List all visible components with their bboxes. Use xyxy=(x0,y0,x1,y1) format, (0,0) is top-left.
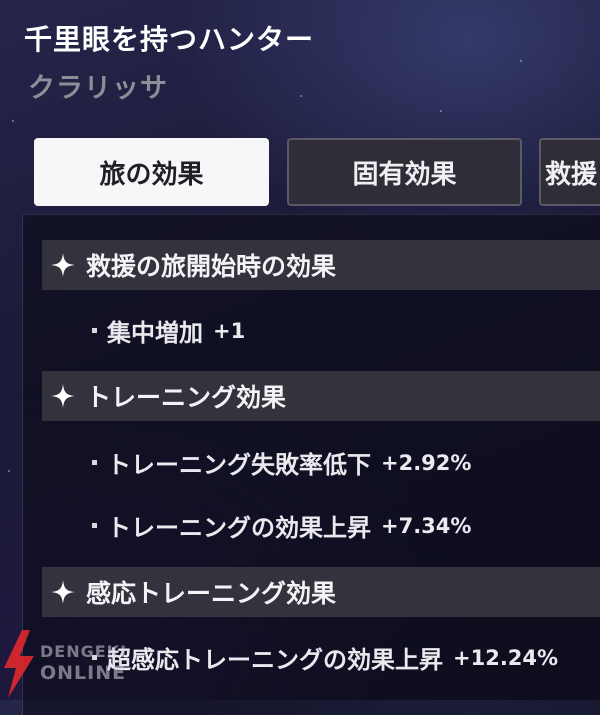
watermark-logo: DENGEKI ONLINE xyxy=(0,628,130,700)
background-star xyxy=(12,120,14,122)
watermark-line2: ONLINE xyxy=(40,662,127,684)
tab-unique-effect[interactable]: 固有効果 xyxy=(287,138,522,206)
section-header: トレーニング効果 xyxy=(42,371,600,421)
list-item: トレーニングの効果上昇 +7.34% xyxy=(92,508,471,543)
effect-label: 集中増加 xyxy=(107,319,203,347)
watermark-line1: DENGEKI xyxy=(40,642,128,661)
character-name: クラリッサ xyxy=(28,73,168,104)
effect-label: 超感応トレーニングの効果上昇 xyxy=(107,646,443,674)
section-title: 感応トレーニング効果 xyxy=(86,579,337,608)
effect-label: トレーニング失敗率低下 xyxy=(107,451,371,479)
lightning-icon xyxy=(4,630,34,698)
tab-journey-effect[interactable]: 旅の効果 xyxy=(34,138,269,206)
page-title: 千里眼を持つハンター xyxy=(24,23,315,56)
effect-value: +7.34% xyxy=(381,513,472,538)
effect-label: トレーニングの効果上昇 xyxy=(107,514,371,542)
bullet-icon xyxy=(92,523,97,528)
bullet-icon xyxy=(92,328,97,333)
sparkle-icon xyxy=(51,580,75,604)
background-star xyxy=(520,60,522,62)
list-item: 超感応トレーニングの効果上昇 +12.24% xyxy=(92,640,558,675)
background-star xyxy=(440,110,442,112)
effect-value: +12.24% xyxy=(453,645,559,670)
sparkle-icon xyxy=(51,384,75,408)
bullet-icon xyxy=(92,460,97,465)
background-star xyxy=(8,470,10,472)
section-title: 救援の旅開始時の効果 xyxy=(86,252,337,281)
list-item: 集中増加 +1 xyxy=(92,313,245,348)
effect-value: +2.92% xyxy=(381,450,472,475)
section-title: トレーニング効果 xyxy=(86,383,287,412)
tab-rescue[interactable]: 救援 xyxy=(539,138,600,206)
section-header: 救援の旅開始時の効果 xyxy=(42,240,600,290)
background-star xyxy=(300,95,302,97)
sparkle-icon xyxy=(51,253,75,277)
list-item: トレーニング失敗率低下 +2.92% xyxy=(92,445,471,480)
section-header: 感応トレーニング効果 xyxy=(42,567,600,617)
effect-value: +1 xyxy=(213,318,246,343)
